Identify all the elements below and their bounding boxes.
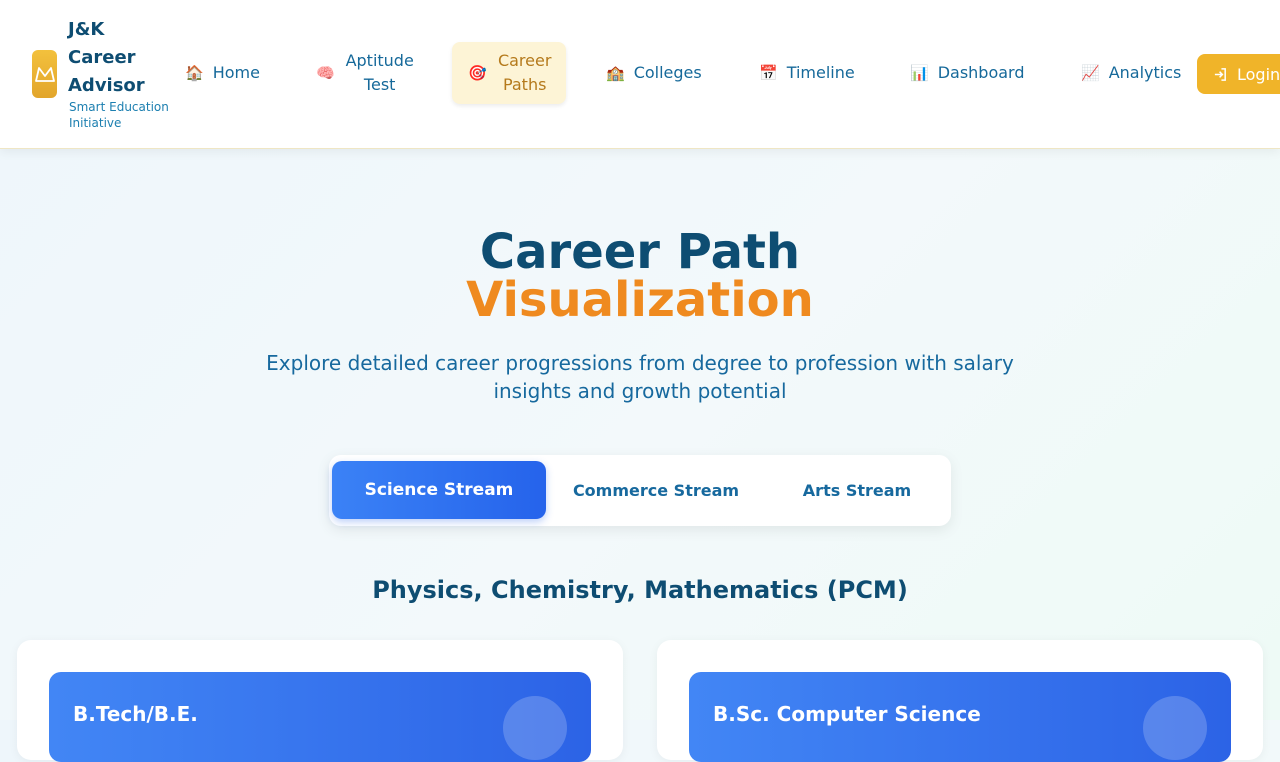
- page-subtitle: Explore detailed career progressions fro…: [266, 351, 1014, 403]
- home-icon: 🏠: [185, 64, 204, 82]
- trend-chart-icon: 📈: [1081, 64, 1100, 82]
- top-header: J&K Career Advisor Smart Education Initi…: [0, 0, 1280, 149]
- card-header: B.Tech/B.E.: [49, 672, 591, 762]
- card-icon-circle: [1143, 696, 1207, 760]
- login-label: Login: [1237, 64, 1280, 84]
- target-icon: 🎯: [468, 64, 487, 82]
- card-title: B.Tech/B.E.: [73, 702, 198, 726]
- tab-science-stream[interactable]: Science Stream: [332, 461, 546, 519]
- card-title: B.Sc. Computer Science: [713, 702, 981, 726]
- nav-timeline[interactable]: 📅 Timeline: [759, 61, 855, 85]
- nav-analytics[interactable]: 📈 Analytics: [1081, 61, 1181, 85]
- nav-home[interactable]: 🏠 Home: [185, 61, 260, 85]
- tab-commerce-stream[interactable]: Commerce Stream: [556, 461, 756, 519]
- school-icon: 🏫: [606, 64, 625, 82]
- nav-aptitude-test[interactable]: 🧠 Aptitude Test: [316, 49, 416, 97]
- login-icon: [1214, 67, 1226, 81]
- nav-label: Dashboard: [937, 63, 1025, 82]
- nav-dashboard[interactable]: 📊 Dashboard: [910, 61, 1025, 85]
- section-heading: Physics, Chemistry, Mathematics (PCM): [372, 576, 908, 604]
- nav-label: Aptitude Test: [345, 51, 414, 94]
- career-card[interactable]: B.Sc. Computer Science: [657, 640, 1263, 762]
- nav-label: Timeline: [786, 63, 855, 82]
- card-header: B.Sc. Computer Science: [689, 672, 1231, 762]
- tab-arts-stream[interactable]: Arts Stream: [766, 461, 948, 519]
- page-title-line1: Career Path: [479, 224, 801, 280]
- nav-label: Home: [212, 63, 260, 82]
- calendar-icon: 📅: [759, 64, 778, 82]
- card-icon-circle: [503, 696, 567, 760]
- page-title-line2: Visualization: [466, 272, 814, 328]
- nav-label: Analytics: [1108, 63, 1182, 82]
- nav-career-paths[interactable]: 🎯 Career Paths: [452, 42, 566, 104]
- login-button[interactable]: Login: [1197, 54, 1280, 94]
- nav-colleges[interactable]: 🏫 Colleges: [606, 61, 702, 85]
- bar-chart-icon: 📊: [910, 64, 929, 82]
- mountain-icon[interactable]: [32, 50, 57, 98]
- career-card[interactable]: B.Tech/B.E.: [17, 640, 623, 762]
- page-title: Career Path Visualization: [0, 228, 1280, 324]
- brain-icon: 🧠: [316, 64, 335, 82]
- brand-subtitle: Smart Education Initiative: [69, 100, 169, 130]
- brand-title[interactable]: J&K Career Advisor: [68, 16, 168, 100]
- nav-label: Colleges: [633, 63, 702, 82]
- nav-label: Career Paths: [497, 51, 552, 94]
- stream-tabs: Science Stream Commerce Stream Arts Stre…: [329, 455, 951, 526]
